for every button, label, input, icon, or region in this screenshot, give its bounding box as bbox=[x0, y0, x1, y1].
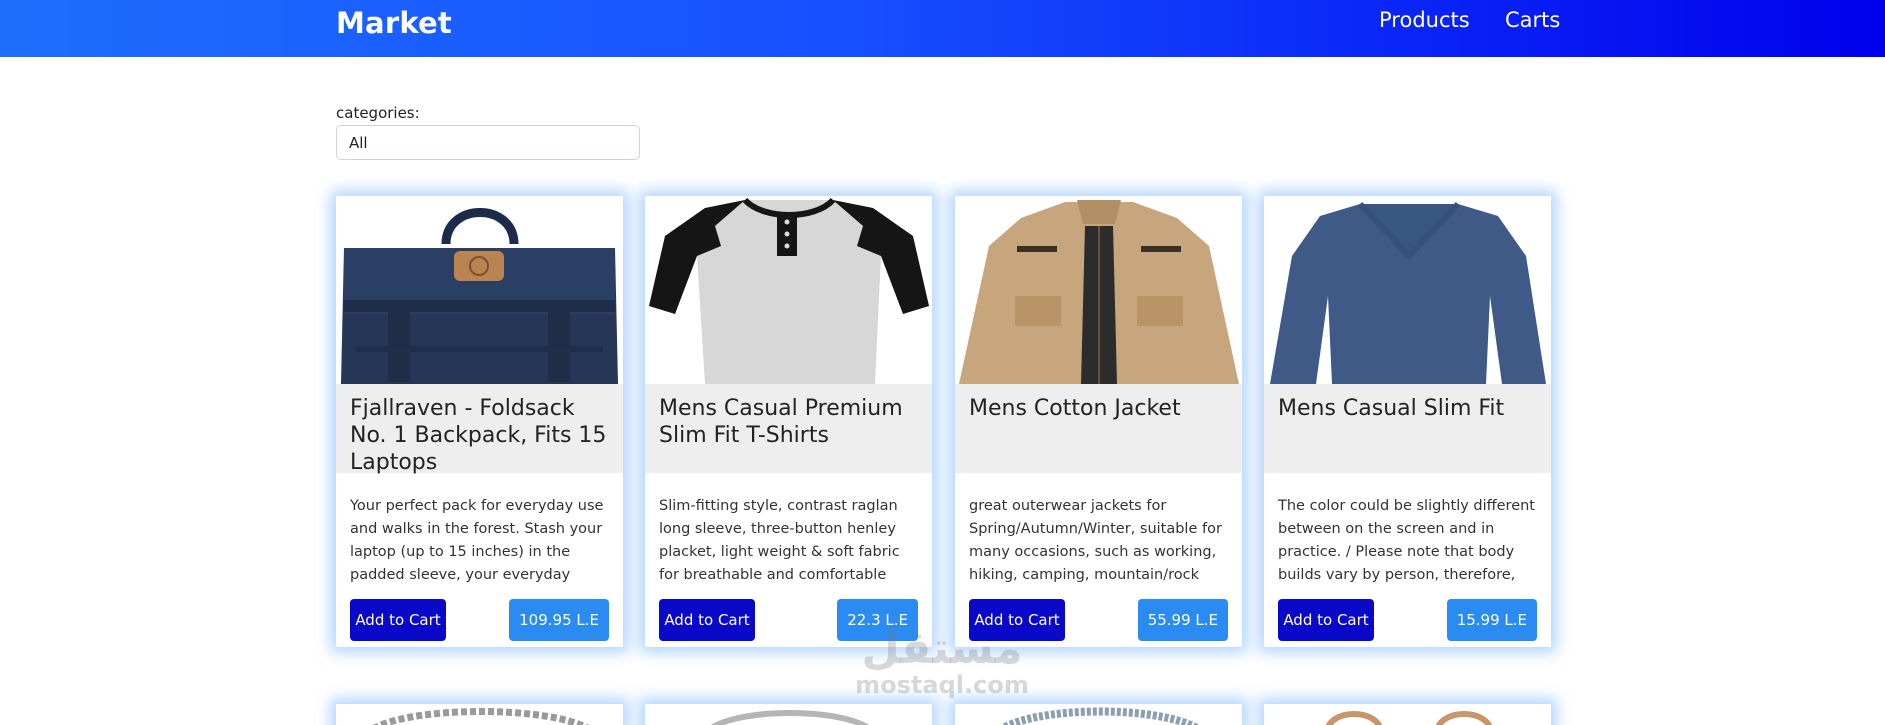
watermark: مستقل mostaql.com bbox=[847, 623, 1037, 699]
price-badge: 109.95 L.E bbox=[509, 599, 609, 641]
price-badge: 55.99 L.E bbox=[1137, 599, 1228, 641]
product-title-box: Mens Casual Slim Fit bbox=[1264, 384, 1551, 473]
price-badge: 15.99 L.E bbox=[1446, 599, 1537, 641]
add-to-cart-button[interactable]: Add to Cart bbox=[350, 599, 446, 641]
product-image-ring bbox=[710, 710, 870, 725]
watermark-arabic: مستقل bbox=[861, 623, 1023, 674]
product-image-jacket bbox=[955, 196, 1242, 384]
product-card-partial bbox=[645, 704, 932, 725]
add-to-cart-button[interactable]: Add to Cart bbox=[659, 599, 755, 641]
product-image-earrings bbox=[1326, 711, 1492, 725]
add-to-cart-button[interactable]: Add to Cart bbox=[1278, 599, 1374, 641]
product-card-partial bbox=[336, 704, 623, 725]
product-image-ring bbox=[1000, 707, 1200, 725]
product-card: Fjallraven - Foldsack No. 1 Backpack, Fi… bbox=[336, 196, 623, 647]
watermark-latin: mostaql.com bbox=[855, 671, 1029, 699]
product-card: Mens Casual Slim Fit The color could be … bbox=[1264, 196, 1551, 647]
product-card: Mens Casual Premium Slim Fit T-Shirts Sl… bbox=[645, 196, 932, 647]
product-title-box: Mens Cotton Jacket bbox=[955, 384, 1242, 473]
categories-label: categories: bbox=[336, 104, 420, 122]
product-title: Fjallraven - Foldsack No. 1 Backpack, Fi… bbox=[350, 396, 607, 475]
navbar: Market Products Carts bbox=[0, 0, 1885, 57]
product-image-raglan-shirt bbox=[645, 196, 932, 384]
product-image-backpack bbox=[336, 196, 623, 384]
product-description: Your perfect pack for everyday use and w… bbox=[350, 498, 604, 583]
product-title: Mens Casual Slim Fit bbox=[1278, 396, 1505, 421]
product-title: Mens Cotton Jacket bbox=[969, 396, 1181, 421]
product-title: Mens Casual Premium Slim Fit T-Shirts bbox=[659, 396, 903, 448]
nav-link-products[interactable]: Products bbox=[1379, 8, 1470, 32]
product-image-blue-shirt bbox=[1264, 196, 1551, 384]
product-image-chain-bracelet bbox=[372, 708, 590, 725]
brand-logo[interactable]: Market bbox=[336, 6, 452, 40]
product-card-partial bbox=[1264, 704, 1551, 725]
product-title-box: Fjallraven - Foldsack No. 1 Backpack, Fi… bbox=[336, 384, 623, 475]
product-description: great outerwear jackets for Spring/Autum… bbox=[969, 498, 1222, 583]
product-title-box: Mens Casual Premium Slim Fit T-Shirts bbox=[645, 384, 932, 473]
product-card-partial bbox=[955, 704, 1242, 725]
categories-select[interactable]: All bbox=[336, 125, 640, 160]
product-description: The color could be slightly different be… bbox=[1278, 498, 1535, 583]
product-card: Mens Cotton Jacket great outerwear jacke… bbox=[955, 196, 1242, 647]
nav-link-carts[interactable]: Carts bbox=[1505, 8, 1560, 32]
product-description: Slim-fitting style, contrast raglan long… bbox=[659, 498, 900, 583]
